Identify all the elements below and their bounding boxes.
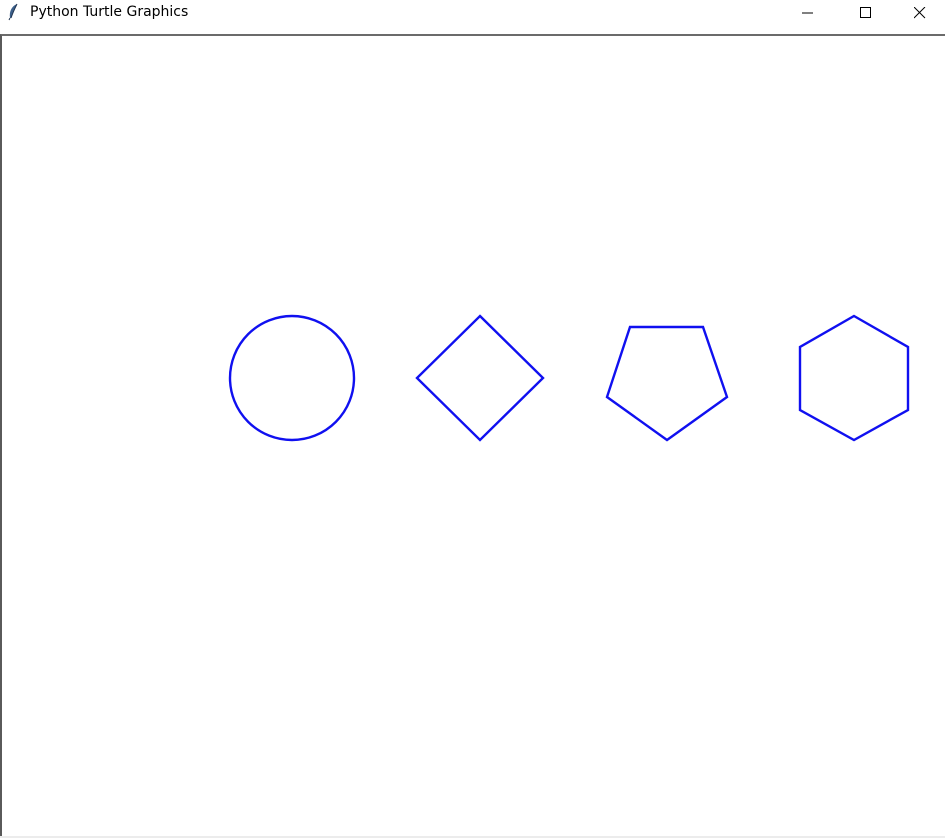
minimize-icon <box>802 4 814 23</box>
window-title: Python Turtle Graphics <box>30 4 189 20</box>
maximize-icon <box>860 4 872 23</box>
minimize-button[interactable] <box>779 0 837 26</box>
title-bar[interactable]: Python Turtle Graphics <box>0 0 945 34</box>
turtle-canvas[interactable] <box>0 34 945 838</box>
hexagon-shape <box>798 314 910 442</box>
drawing-surface <box>228 314 910 442</box>
feather-icon <box>6 3 22 21</box>
turtle-window: Python Turtle Graphics <box>0 0 945 838</box>
close-button[interactable] <box>895 0 945 26</box>
pentagon-shape <box>605 325 729 442</box>
close-icon <box>913 4 926 23</box>
circle-shape <box>228 314 356 442</box>
square-shape <box>415 314 545 442</box>
maximize-button[interactable] <box>837 0 895 26</box>
